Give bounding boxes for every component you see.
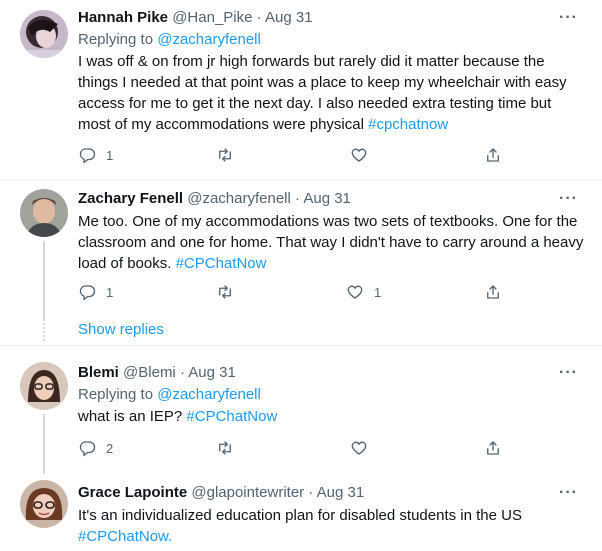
separator-dot: · bbox=[295, 190, 300, 207]
more-icon[interactable]: ··· bbox=[559, 189, 578, 209]
tweet-actions: 1 1 bbox=[78, 283, 518, 303]
display-name[interactable]: Blemi bbox=[78, 364, 119, 381]
reply-icon bbox=[79, 148, 96, 164]
tweet-body: what is an IEP? bbox=[78, 408, 183, 425]
hashtag-link[interactable]: #CPChatNow. bbox=[78, 528, 172, 545]
thread-line bbox=[43, 414, 45, 474]
avatar[interactable] bbox=[20, 480, 68, 528]
hashtag-link[interactable]: #cpchatnow bbox=[368, 116, 448, 133]
tweet-date[interactable]: Aug 31 bbox=[188, 364, 236, 381]
reply-button[interactable]: 1 bbox=[78, 146, 113, 164]
tweet-text: what is an IEP? #CPChatNow bbox=[78, 406, 584, 427]
tweet-header: Hannah Pike @Han_Pike · Aug 31 ··· bbox=[78, 8, 584, 28]
hashtag-link[interactable]: #CPChatNow bbox=[176, 255, 267, 272]
tweet-blemi[interactable]: Blemi @Blemi · Aug 31 ··· Replying to @z… bbox=[0, 346, 602, 474]
tweet-actions: 1 bbox=[78, 146, 518, 166]
tweet-date[interactable]: Aug 31 bbox=[303, 190, 351, 207]
replying-to-label: Replying to bbox=[78, 386, 154, 403]
avatar-zachary-image bbox=[20, 189, 68, 237]
reply-count: 1 bbox=[106, 284, 114, 300]
user-handle[interactable]: @glapointewriter bbox=[191, 484, 304, 501]
like-icon bbox=[351, 441, 367, 455]
tweet-text: I was off & on from jr high forwards but… bbox=[78, 51, 584, 135]
avatar-hannah-image bbox=[20, 10, 68, 58]
thread-line bbox=[43, 241, 45, 321]
display-name[interactable]: Hannah Pike bbox=[78, 9, 168, 26]
user-handle[interactable]: @Han_Pike bbox=[172, 9, 252, 26]
separator-dot: · bbox=[179, 364, 185, 381]
avatar[interactable] bbox=[20, 189, 68, 237]
tweet-hannah-pike[interactable]: Hannah Pike @Han_Pike · Aug 31 ··· Reply… bbox=[0, 0, 602, 180]
reply-button[interactable]: 2 bbox=[78, 439, 113, 457]
more-icon[interactable]: ··· bbox=[559, 8, 578, 28]
retweet-icon bbox=[219, 148, 231, 162]
display-name[interactable]: Grace Lapointe bbox=[78, 484, 187, 501]
reply-button[interactable]: 1 bbox=[78, 283, 113, 301]
replying-to-label: Replying to bbox=[78, 31, 154, 48]
share-button[interactable] bbox=[484, 146, 502, 164]
more-icon[interactable]: ··· bbox=[559, 483, 578, 503]
tweet-body: It's an individualized education plan fo… bbox=[78, 507, 522, 524]
like-button[interactable]: 1 bbox=[346, 283, 381, 301]
reply-icon bbox=[79, 285, 96, 301]
like-button[interactable] bbox=[350, 146, 378, 164]
tweet-header: Zachary Fenell @zacharyfenell · Aug 31 ·… bbox=[78, 189, 584, 209]
share-button[interactable] bbox=[484, 283, 502, 301]
reply-count: 2 bbox=[106, 440, 114, 456]
like-button[interactable] bbox=[350, 439, 378, 457]
like-icon bbox=[351, 148, 367, 162]
retweet-icon bbox=[219, 285, 231, 299]
separator-dot: · bbox=[256, 9, 262, 26]
tweet-header: Grace Lapointe @glapointewriter · Aug 31… bbox=[78, 483, 584, 503]
tweet-date[interactable]: Aug 31 bbox=[317, 484, 365, 501]
retweet-button[interactable] bbox=[216, 283, 244, 301]
display-name[interactable]: Zachary Fenell bbox=[78, 190, 183, 207]
replying-to: Replying to @zacharyfenell bbox=[78, 30, 584, 50]
more-icon[interactable]: ··· bbox=[559, 363, 578, 383]
user-handle[interactable]: @Blemi bbox=[123, 364, 176, 381]
avatar-grace-image bbox=[20, 480, 68, 528]
tweet-date[interactable]: Aug 31 bbox=[265, 9, 313, 26]
tweet-text: Me too. One of my accommodations was two… bbox=[78, 211, 584, 274]
mention-link[interactable]: @zacharyfenell bbox=[157, 31, 261, 48]
thread-dots bbox=[43, 319, 45, 341]
retweet-button[interactable] bbox=[216, 146, 244, 164]
tweet-zachary-fenell[interactable]: Zachary Fenell @zacharyfenell · Aug 31 ·… bbox=[0, 181, 602, 345]
tweet-body: Me too. One of my accommodations was two… bbox=[78, 213, 584, 272]
share-icon bbox=[487, 285, 499, 299]
avatar[interactable] bbox=[20, 362, 68, 410]
avatar-blemi-image bbox=[20, 362, 68, 410]
user-handle[interactable]: @zacharyfenell bbox=[187, 190, 291, 207]
share-icon bbox=[487, 148, 499, 162]
reply-count: 1 bbox=[106, 147, 114, 163]
tweet-actions: 2 bbox=[78, 439, 518, 459]
show-replies-link[interactable]: Show replies bbox=[78, 321, 164, 338]
separator-dot: · bbox=[308, 484, 314, 501]
tweet-header: Blemi @Blemi · Aug 31 ··· bbox=[78, 363, 584, 383]
like-count: 1 bbox=[374, 284, 382, 300]
mention-link[interactable]: @zacharyfenell bbox=[157, 386, 261, 403]
replying-to: Replying to @zacharyfenell bbox=[78, 385, 584, 405]
reply-icon bbox=[79, 441, 96, 457]
retweet-icon bbox=[219, 441, 231, 455]
hashtag-link[interactable]: #CPChatNow bbox=[186, 408, 277, 425]
tweet-text: It's an individualized education plan fo… bbox=[78, 505, 584, 547]
share-button[interactable] bbox=[484, 439, 502, 457]
like-icon bbox=[347, 285, 363, 299]
tweet-body: I was off & on from jr high forwards but… bbox=[78, 53, 567, 133]
share-icon bbox=[487, 441, 499, 455]
retweet-button[interactable] bbox=[216, 439, 244, 457]
tweet-grace-lapointe[interactable]: Grace Lapointe @glapointewriter · Aug 31… bbox=[0, 470, 602, 551]
avatar[interactable] bbox=[20, 10, 68, 58]
